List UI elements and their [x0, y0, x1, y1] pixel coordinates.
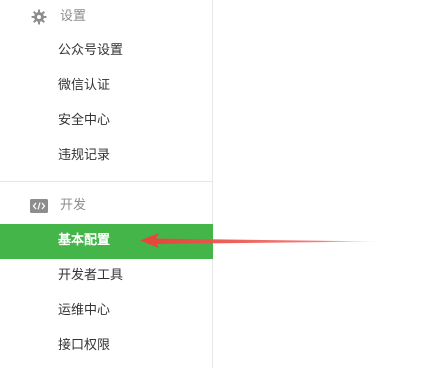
sidebar-item-security-center[interactable]: 安全中心 [0, 104, 213, 139]
section-header-settings: 设置 [0, 2, 213, 32]
sidebar-item-violation-records[interactable]: 违规记录 [0, 139, 213, 174]
code-icon [30, 198, 48, 214]
section-header-develop: 开发 [0, 191, 213, 221]
sidebar-item-api-permissions[interactable]: 接口权限 [0, 329, 213, 364]
sidebar-item-label: 开发者工具 [58, 268, 124, 283]
sidebar-item-label: 接口权限 [58, 338, 111, 353]
sidebar-menu: 设置 公众号设置 微信认证 安全中心 违规记录 开发 基本配置 开发者工具 运维… [0, 0, 213, 368]
sidebar-item-label: 违规记录 [58, 148, 111, 163]
sidebar-item-account-settings[interactable]: 公众号设置 [0, 34, 213, 69]
sidebar-item-label: 公众号设置 [58, 43, 124, 58]
main-content-area [214, 0, 443, 368]
sidebar-item-label: 运维中心 [58, 303, 111, 318]
sidebar-item-developer-tools[interactable]: 开发者工具 [0, 259, 213, 294]
sidebar-item-label: 基本配置 [58, 233, 111, 248]
app-frame: 设置 公众号设置 微信认证 安全中心 违规记录 开发 基本配置 开发者工具 运维… [0, 0, 443, 368]
gear-icon [30, 9, 48, 25]
sidebar-item-wechat-verification[interactable]: 微信认证 [0, 69, 213, 104]
sidebar-item-basic-config[interactable]: 基本配置 [0, 224, 213, 259]
sidebar-item-label: 安全中心 [58, 113, 111, 128]
section-title-settings: 设置 [60, 9, 87, 24]
sidebar-item-label: 微信认证 [58, 78, 111, 93]
sidebar-item-ops-center[interactable]: 运维中心 [0, 294, 213, 329]
section-divider [0, 181, 213, 182]
section-title-develop: 开发 [60, 198, 87, 213]
